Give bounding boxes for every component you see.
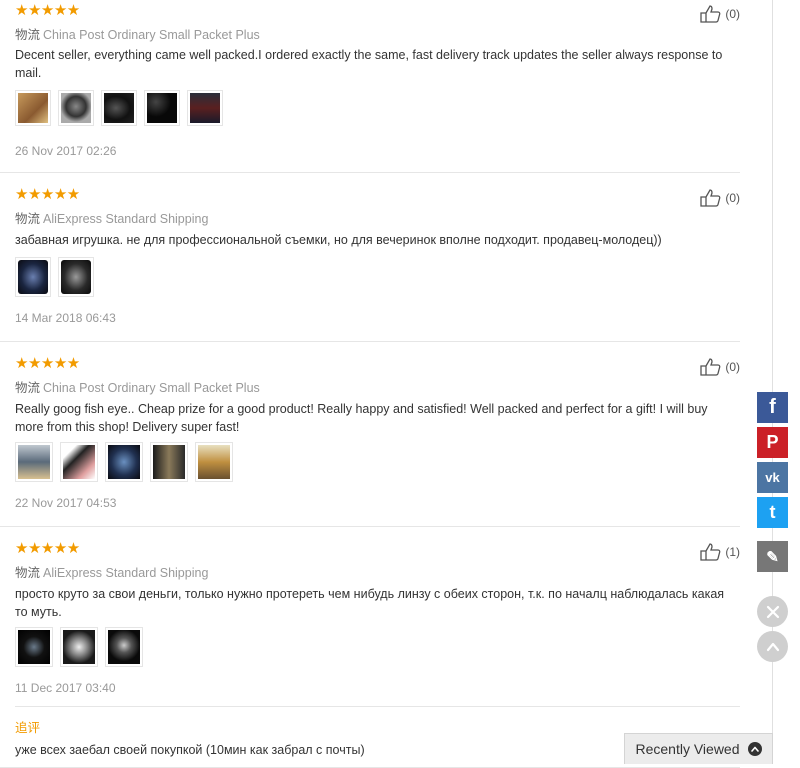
review-photo[interactable] [60,627,98,667]
review-photo[interactable] [195,442,233,482]
review-photo[interactable] [15,257,51,297]
like-count: (0) [725,7,740,21]
review-photo[interactable] [105,442,143,482]
review-date: 11 Dec 2017 03:40 [15,681,116,695]
close-icon [766,605,779,618]
thumbs-up-icon [700,189,721,207]
logistics-label: 物流 [15,566,41,580]
like-count: (0) [725,360,740,374]
review-photo[interactable] [101,90,137,126]
followup-text: уже всех заебал своей покупкой (10мин ка… [15,743,365,757]
facebook-share-button[interactable]: f [757,392,788,423]
pinterest-share-button[interactable]: P [757,427,788,458]
review-photo[interactable] [58,257,94,297]
review-photos [15,627,143,667]
review-photo[interactable] [15,90,51,126]
vk-share-button[interactable]: vk [757,462,788,493]
vk-icon: vk [765,470,780,485]
back-to-top-button[interactable] [757,631,788,662]
star-rating: ★★★★★ [15,186,80,203]
logistics-label: 物流 [15,381,41,395]
review-photos [15,257,94,297]
shipping-method: 物流 AliExpress Standard Shipping [15,566,209,580]
review-item: ★★★★★ (1) 物流 AliExpress Standard Shipping… [0,527,740,768]
shipping-method: 物流 AliExpress Standard Shipping [15,212,209,226]
facebook-icon: f [769,396,776,418]
review-photo[interactable] [150,442,188,482]
chevron-up-icon [766,642,779,651]
review-text: Decent seller, everything came well pack… [15,48,723,80]
review-text: забавная игрушка. не для профессионально… [15,233,662,247]
review-photo[interactable] [144,90,180,126]
star-rating: ★★★★★ [15,2,80,19]
review-item: ★★★★★ (0) 物流 China Post Ordinary Small Pa… [0,342,740,527]
shipping-method: 物流 China Post Ordinary Small Packet Plus [15,28,260,42]
recently-viewed-label: Recently Viewed [635,741,740,757]
like-count: (0) [725,191,740,205]
review-text: просто круто за свои деньги, только нужн… [15,587,725,619]
helpful-button[interactable]: (0) [700,358,740,376]
like-count: (1) [725,545,740,559]
review-photo[interactable] [15,627,53,667]
helpful-button[interactable]: (0) [700,5,740,23]
review-item: ★★★★★ (0) 物流 AliExpress Standard Shipping… [0,173,740,342]
review-photo[interactable] [105,627,143,667]
review-photos [15,442,233,482]
edit-icon: ✎ [766,548,779,566]
logistics-label: 物流 [15,212,41,226]
thumbs-up-icon [700,5,721,23]
close-button[interactable] [757,596,788,627]
review-date: 22 Nov 2017 04:53 [15,496,117,510]
thumbs-up-icon [700,543,721,561]
pinterest-icon: P [766,432,779,452]
review-text: Really goog fish eye.. Cheap prize for a… [15,402,708,434]
review-photo[interactable] [58,90,94,126]
helpful-button[interactable]: (0) [700,189,740,207]
review-date: 14 Mar 2018 06:43 [15,311,116,325]
twitter-share-button[interactable]: t [757,497,788,528]
review-item: ★★★★★ (0) 物流 China Post Ordinary Small Pa… [0,0,740,173]
review-photo[interactable] [187,90,223,126]
thumbs-up-icon [700,358,721,376]
reviews-feed: ★★★★★ (0) 物流 China Post Ordinary Small Pa… [0,0,740,768]
star-rating: ★★★★★ [15,355,80,372]
logistics-label: 物流 [15,28,41,42]
review-date: 26 Nov 2017 02:26 [15,144,117,158]
helpful-button[interactable]: (1) [700,543,740,561]
edit-button[interactable]: ✎ [757,541,788,572]
followup-label: 追评 [15,721,41,735]
recently-viewed-tab[interactable]: Recently Viewed [624,733,773,764]
review-photos [15,90,223,126]
twitter-icon: t [769,502,776,522]
star-rating: ★★★★★ [15,540,80,557]
review-photo[interactable] [60,442,98,482]
shipping-method: 物流 China Post Ordinary Small Packet Plus [15,381,260,395]
chevron-up-icon [747,742,762,756]
review-photo[interactable] [15,442,53,482]
followup-divider [15,706,740,707]
